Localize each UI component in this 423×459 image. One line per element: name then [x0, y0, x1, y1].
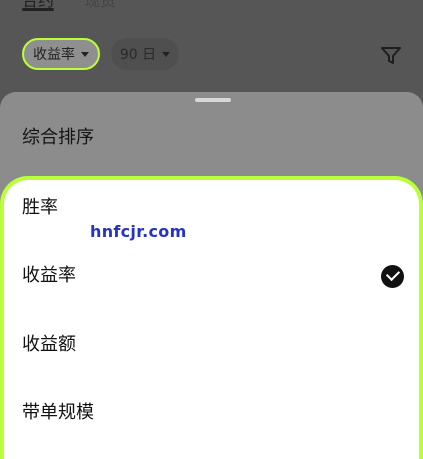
- sheet-drag-handle[interactable]: [195, 98, 231, 102]
- check-circle-icon: [381, 265, 404, 288]
- filter-bar: 收益率 90 日: [0, 36, 423, 74]
- caret-down-icon: [162, 51, 171, 57]
- funnel-icon[interactable]: [380, 46, 402, 66]
- option-return-rate[interactable]: 收益率: [22, 261, 76, 291]
- period-dropdown-label: 90 日: [119, 47, 157, 63]
- sort-dropdown[interactable]: 收益率: [22, 38, 100, 70]
- caret-down-icon: [81, 51, 89, 57]
- option-return-amount[interactable]: 收益额: [22, 330, 76, 360]
- option-copy-scale[interactable]: 带单规模: [22, 398, 94, 428]
- tab-spot[interactable]: 现货: [84, 0, 116, 12]
- option-win-rate[interactable]: 胜率: [22, 193, 58, 223]
- option-composite-sort[interactable]: 综合排序: [22, 124, 94, 152]
- sort-dropdown-label: 收益率: [33, 47, 75, 63]
- watermark-text: hnfcjr.com: [90, 222, 187, 241]
- active-tab-indicator: [22, 8, 54, 11]
- period-dropdown[interactable]: 90 日: [111, 38, 179, 70]
